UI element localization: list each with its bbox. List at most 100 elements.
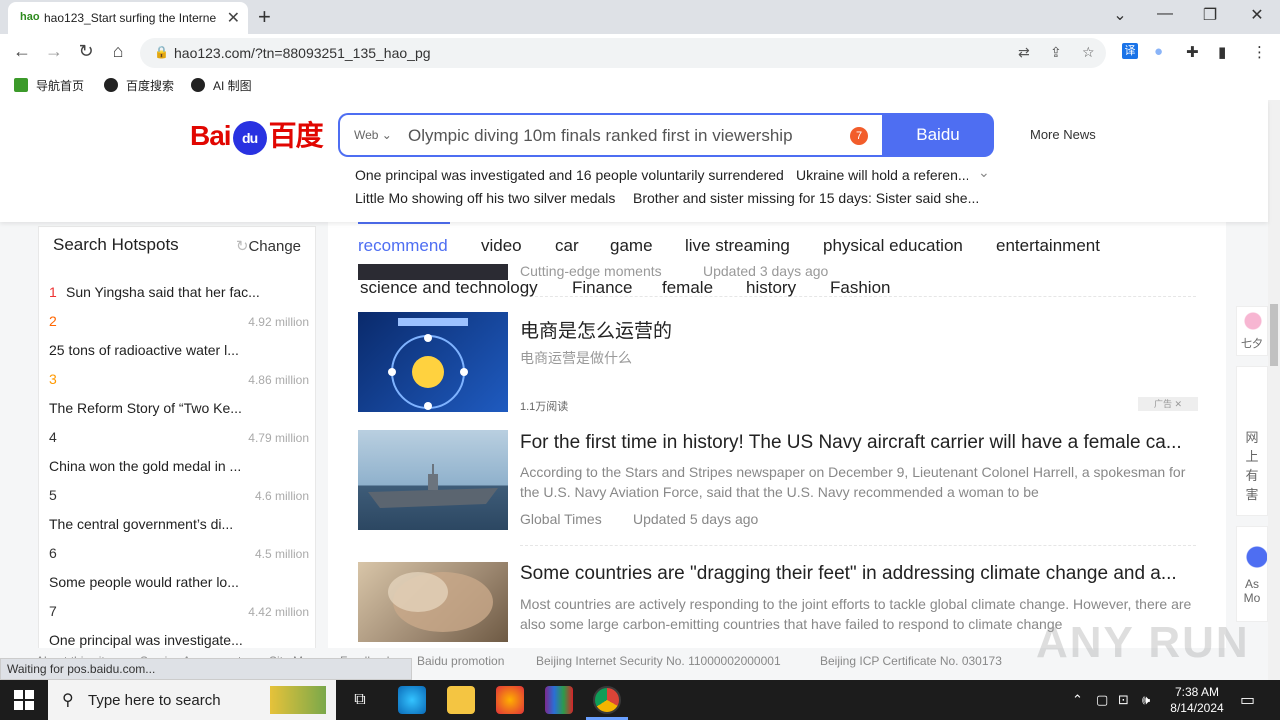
lock-icon[interactable]: 🔒: [154, 45, 169, 59]
feed-tabs: recommend video car game live streaming …: [328, 222, 1226, 264]
edge-icon[interactable]: [398, 686, 426, 714]
task-view-icon[interactable]: ⧉: [346, 686, 374, 714]
translate-icon[interactable]: ⇄: [1018, 44, 1030, 61]
search-input[interactable]: Web ⌄ Olympic diving 10m finals ranked f…: [338, 113, 884, 157]
footer-link[interactable]: Baidu promotion: [417, 654, 504, 668]
anyrun-watermark: ANY RUN: [1036, 618, 1250, 667]
bookmark-ai-drawing[interactable]: AI 制图: [191, 77, 252, 94]
assistant-card[interactable]: As Mo: [1236, 526, 1268, 622]
tab-video[interactable]: video: [481, 236, 522, 256]
footer-link[interactable]: Beijing Internet Security No. 1100000200…: [536, 654, 781, 668]
taskbar-search-placeholder[interactable]: Type here to search: [88, 692, 221, 709]
hotspot-item[interactable]: The central government’s di...: [49, 516, 299, 532]
chrome-icon[interactable]: [593, 686, 621, 714]
profile-extension-icon[interactable]: ●: [1154, 43, 1163, 60]
tab-physical-education[interactable]: physical education: [823, 236, 963, 256]
rank-number: 5: [49, 487, 57, 503]
scrollbar-thumb[interactable]: [1270, 304, 1278, 366]
baidu-search-button[interactable]: Baidu: [882, 113, 994, 157]
close-tab-icon[interactable]: ✕: [227, 8, 240, 28]
article-time: Updated 5 days ago: [633, 511, 759, 527]
baidu-logo[interactable]: Bai du 百度: [190, 114, 324, 155]
tab-game[interactable]: game: [610, 236, 653, 256]
tab-fashion[interactable]: Fashion: [830, 278, 890, 298]
active-tab-indicator: [358, 222, 450, 224]
system-clock[interactable]: 7:38 AM 8/14/2024: [1162, 684, 1232, 716]
hot-link[interactable]: Brother and sister missing for 15 days: …: [633, 190, 979, 206]
bookmark-star-icon[interactable]: ☆: [1082, 44, 1095, 61]
hotspots-title: Search Hotspots: [53, 235, 179, 254]
article-thumbnail[interactable]: [358, 562, 508, 642]
search-type-select[interactable]: Web ⌄: [354, 128, 392, 142]
hot-link[interactable]: One principal was investigated and 16 pe…: [355, 167, 784, 183]
tab-finance[interactable]: Finance: [572, 278, 632, 298]
harmful-info-card[interactable]: 网上有害: [1236, 366, 1268, 516]
extensions-icon[interactable]: ✚: [1186, 43, 1199, 61]
tab-recommend[interactable]: recommend: [358, 236, 448, 256]
page-scrollbar[interactable]: [1268, 100, 1280, 680]
hao123-icon: [14, 78, 28, 92]
tab-car[interactable]: car: [555, 236, 579, 256]
article-title[interactable]: Some countries are "dragging their feet"…: [520, 563, 1200, 585]
search-hint-text[interactable]: Olympic diving 10m finals ranked first i…: [408, 126, 793, 146]
hotspot-item[interactable]: 25 tons of radioactive water l...: [49, 342, 299, 358]
chevron-up-icon[interactable]: ⌃: [1072, 692, 1083, 708]
hotspot-count: 4.86 million: [248, 373, 309, 387]
file-explorer-icon[interactable]: [447, 686, 475, 714]
battery-icon[interactable]: ▢: [1096, 692, 1108, 708]
hot-link[interactable]: Little Mo showing off his two silver med…: [355, 190, 615, 206]
tab-live-streaming[interactable]: live streaming: [685, 236, 790, 256]
divider: [520, 545, 1196, 546]
side-panel-icon[interactable]: ▮: [1218, 43, 1226, 61]
restore-icon[interactable]: ❐: [1200, 5, 1220, 25]
windows-start-icon[interactable]: [14, 690, 34, 710]
hotspot-item[interactable]: The Reform Story of “Two Ke...: [49, 400, 299, 416]
url-text[interactable]: hao123.com/?tn=88093251_135_hao_pg: [174, 45, 431, 61]
volume-icon[interactable]: 🕪: [1142, 692, 1150, 708]
address-bar[interactable]: 🔒 hao123.com/?tn=88093251_135_hao_pg ⇄ ⇪…: [140, 38, 1106, 68]
hotspot-item[interactable]: Sun Yingsha said that her fac...: [66, 284, 296, 300]
browser-tab[interactable]: hao hao123_Start surfing the Internet ✕: [8, 2, 248, 34]
hotspot-item[interactable]: China won the gold medal in ...: [49, 458, 299, 474]
hotspot-item[interactable]: One principal was investigate...: [49, 632, 299, 648]
tab-female[interactable]: female: [662, 278, 713, 298]
globe-icon: [104, 78, 118, 92]
firefox-icon[interactable]: [496, 686, 524, 714]
change-button[interactable]: ↻Change: [236, 237, 301, 255]
bookmark-baidu-search[interactable]: 百度搜索: [104, 77, 174, 94]
network-icon[interactable]: ⊡: [1118, 692, 1129, 708]
article-title[interactable]: 电商是怎么运营的: [520, 316, 1200, 343]
winrar-icon[interactable]: [545, 686, 573, 714]
home-icon[interactable]: ⌂: [106, 41, 130, 62]
back-icon[interactable]: ←: [10, 41, 34, 62]
ad-badge[interactable]: 广告 ✕: [1138, 397, 1198, 411]
footer-link[interactable]: Beijing ICP Certificate No. 030173: [820, 654, 1002, 668]
article-desc: 电商运营是做什么: [520, 350, 632, 366]
reload-icon[interactable]: ↻: [74, 41, 98, 62]
article-time: Updated 3 days ago: [703, 263, 829, 279]
chevron-down-icon[interactable]: ⌄: [978, 164, 990, 181]
more-news-link[interactable]: More News: [1030, 127, 1096, 142]
qixi-card[interactable]: 七夕: [1236, 306, 1268, 356]
article-title[interactable]: For the first time in history! The US Na…: [520, 432, 1200, 454]
menu-icon[interactable]: ⋮: [1252, 43, 1267, 61]
translate-extension-icon[interactable]: 译: [1122, 43, 1138, 59]
share-icon[interactable]: ⇪: [1050, 44, 1062, 61]
article-thumbnail[interactable]: [358, 312, 508, 412]
hot-link[interactable]: Ukraine will hold a referen...: [796, 167, 968, 183]
notification-icon[interactable]: ▭: [1240, 690, 1255, 710]
news-feed: Cutting-edge moments Updated 3 days ago …: [328, 222, 1226, 680]
new-tab-icon[interactable]: +: [258, 4, 271, 30]
article-source: Cutting-edge moments: [520, 263, 662, 279]
tab-science-technology[interactable]: science and technology: [360, 278, 538, 298]
hotspot-item[interactable]: Some people would rather lo...: [49, 574, 299, 590]
article-thumbnail[interactable]: [358, 430, 508, 530]
bookmark-nav-home[interactable]: 导航首页: [14, 77, 84, 94]
tab-entertainment[interactable]: entertainment: [996, 236, 1100, 256]
forward-icon[interactable]: →: [42, 41, 66, 62]
tab-history[interactable]: history: [746, 278, 796, 298]
close-window-icon[interactable]: ✕: [1247, 5, 1267, 25]
minimize-icon[interactable]: —: [1155, 5, 1175, 23]
tab-search-icon[interactable]: ⌄: [1110, 5, 1130, 25]
taskbar-search-box[interactable]: ⚲ Type here to search: [48, 680, 336, 720]
